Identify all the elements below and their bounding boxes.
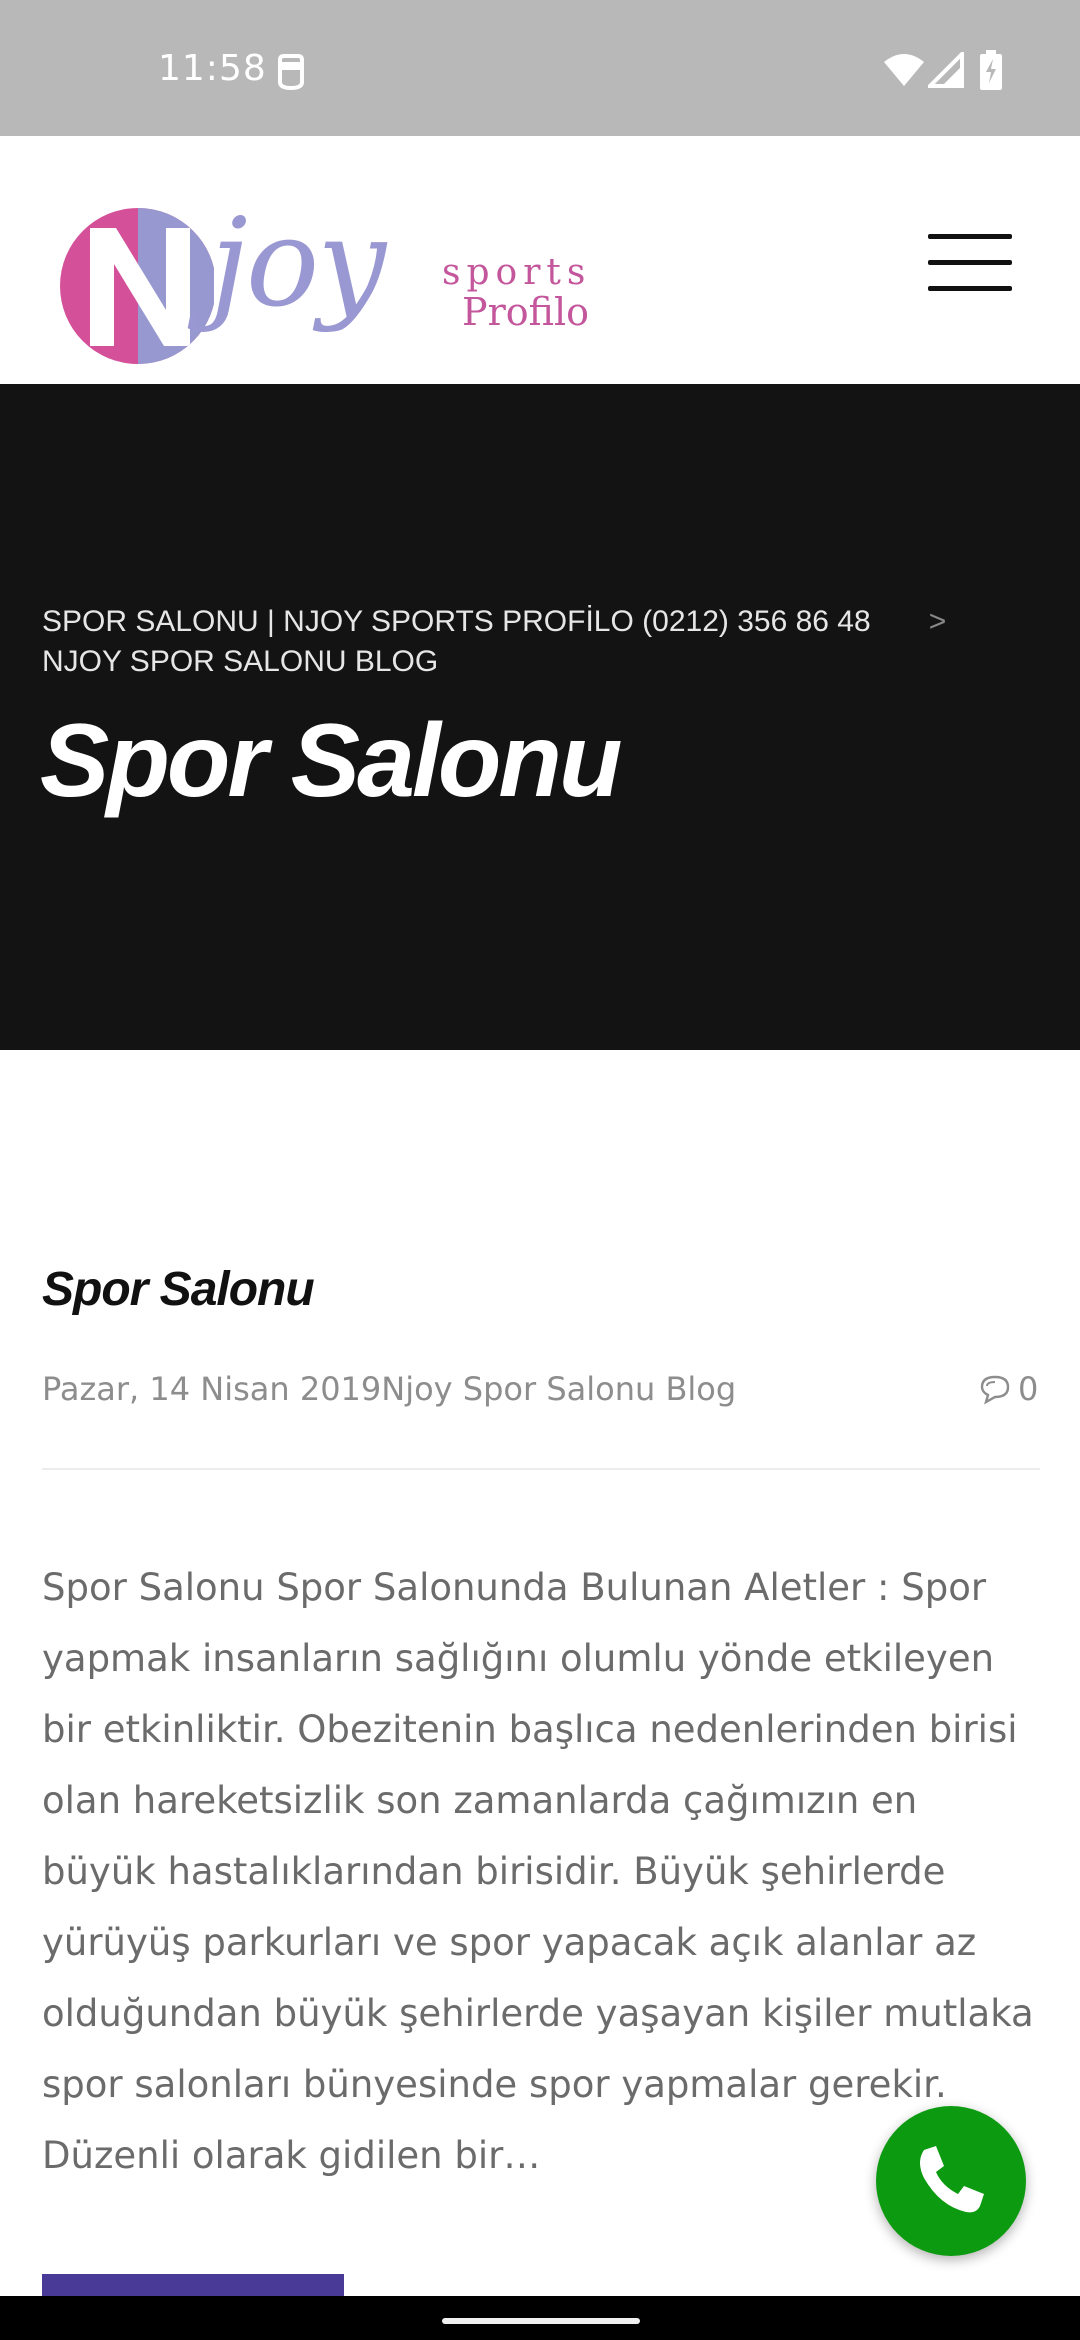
- post-comments-link[interactable]: 0: [978, 1370, 1038, 1408]
- site-logo[interactable]: joy sports Profilo: [50, 196, 610, 366]
- wifi-icon: [884, 54, 924, 86]
- system-nav-bar: [0, 2296, 1080, 2340]
- phone-icon: [920, 2146, 984, 2213]
- call-button[interactable]: [876, 2106, 1026, 2256]
- notification-icon: [278, 54, 304, 90]
- post-title[interactable]: Spor Salonu: [42, 1262, 315, 1317]
- post-category[interactable]: Njoy Spor Salonu Blog: [381, 1370, 736, 1408]
- battery-charging-icon: [980, 50, 1002, 90]
- breadcrumb-separator: >: [928, 605, 947, 638]
- post-meta: Pazar, 14 Nisan 2019Njoy Spor Salonu Blo…: [42, 1370, 736, 1408]
- page-title: Spor Salonu: [40, 703, 622, 819]
- post-date: Pazar, 14 Nisan 2019: [42, 1370, 382, 1408]
- logo-wordmark: joy: [210, 192, 386, 334]
- breadcrumb: SPOR SALONU | NJOY SPORTS PROFİLO (0212)…: [42, 602, 1042, 682]
- hamburger-menu-icon[interactable]: [928, 228, 1012, 296]
- post-excerpt: Spor Salonu Spor Salonunda Bulunan Aletl…: [42, 1566, 1034, 2177]
- breadcrumb-home-link[interactable]: SPOR SALONU | NJOY SPORTS PROFİLO (0212)…: [42, 605, 871, 638]
- breadcrumb-current-link[interactable]: NJOY SPOR SALONU BLOG: [42, 645, 438, 678]
- signal-icon: [928, 52, 964, 88]
- divider: [42, 1468, 1040, 1470]
- comment-icon: [980, 1375, 1010, 1405]
- logo-n-mark: [60, 208, 214, 364]
- home-indicator[interactable]: [442, 2318, 640, 2324]
- page-hero: SPOR SALONU | NJOY SPORTS PROFİLO (0212)…: [0, 384, 1080, 1050]
- site-header: joy sports Profilo: [0, 136, 1080, 384]
- logo-tagline-profilo: Profilo: [462, 290, 589, 334]
- status-bar: 11:58: [0, 0, 1080, 136]
- comment-count: 0: [1018, 1370, 1039, 1408]
- logo-tagline-sports: sports: [442, 252, 592, 293]
- status-time: 11:58: [158, 48, 267, 89]
